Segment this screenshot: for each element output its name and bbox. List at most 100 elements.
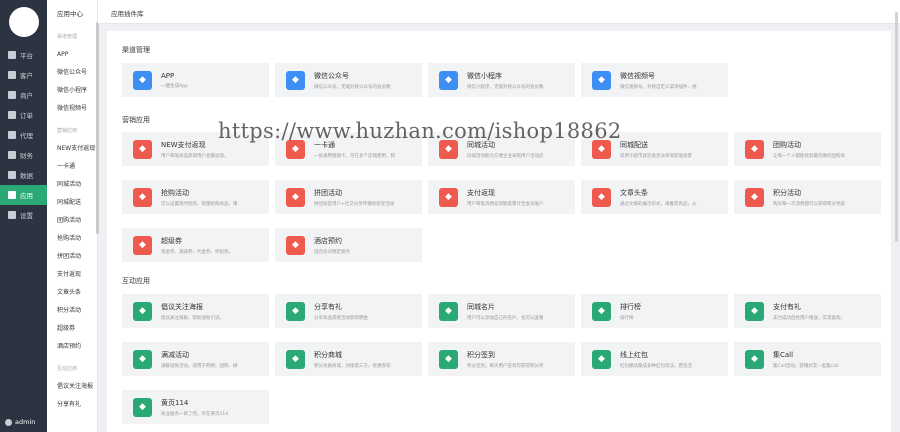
app-card-title: 超级券 xyxy=(161,236,182,245)
sub-nav-item[interactable]: 微信公众号 xyxy=(47,64,97,82)
app-card[interactable]: ◆ 积分活动 购买每一次消费都可以获得积分奖励 xyxy=(734,180,881,214)
app-card-title: 积分签到 xyxy=(467,350,495,359)
app-card-text: 微信视频号 微信视频号，对接自定义菜单插件、视 xyxy=(620,71,697,90)
points-icon: ◆ xyxy=(745,187,764,207)
coupon-icon: ◆ xyxy=(133,235,152,255)
app-card-text: 支付有礼 支付成功后给用户赠送，实现复购。 xyxy=(773,302,845,321)
sidebar-item-label: 财务 xyxy=(20,152,33,160)
app-card-desc: 积分兑换商城，对接第三方、优惠券等 xyxy=(314,363,391,369)
app-card[interactable]: ◆ 文章头条 通过文章的展示形式，来推荐商品，从 xyxy=(581,180,728,214)
app-card[interactable]: ◆ APP 一键生成App xyxy=(122,63,269,97)
sub-nav-item[interactable]: 分享有礼 xyxy=(47,396,97,414)
app-card-text: 抢购活动 可以设置限时抢购、限量抢购商品、限 xyxy=(161,188,238,207)
sub-nav-item[interactable]: NEW支付返现 xyxy=(47,140,97,158)
app-card[interactable]: ◆ 集Call 集Call活动，获赠好友一起集call xyxy=(734,342,881,376)
app-card[interactable]: ◆ 超级券 现金券、满减券、代金券、折扣券。 xyxy=(122,228,269,262)
app-card[interactable]: ◆ 支付有礼 支付成功后给用户赠送，实现复购。 xyxy=(734,294,881,328)
sub-nav-group-label: 营销应用 xyxy=(57,128,78,134)
sidebar-item[interactable]: 商户 xyxy=(0,85,47,105)
app-icon: ◆ xyxy=(133,70,152,90)
app-card-title: 微信小程序 xyxy=(467,71,502,80)
app-card[interactable]: ◆ 微信小程序 微信小程序，无缝对接公众号的会员数 xyxy=(428,63,575,97)
app-card-text: 文章头条 通过文章的展示形式，来推荐商品，从 xyxy=(620,188,697,207)
app-card[interactable]: ◆ 分享有礼 分享商品或者活动获得佣金 xyxy=(275,294,422,328)
sub-nav-list: 渠道管理 APP 微信公众号 微信小程序 微信视频号营销应用 NEW支付返现 一卡通 同城活动… xyxy=(47,24,97,414)
sub-nav-item[interactable]: APP xyxy=(47,46,97,64)
article-icon: ◆ xyxy=(592,187,611,207)
app-card[interactable]: ◆ 微信视频号 微信视频号，对接自定义菜单插件、视 xyxy=(581,63,728,97)
app-card[interactable]: ◆ 同城名片 用户可以添加自己的名片，也可以查看 xyxy=(428,294,575,328)
app-card-text: 微信小程序 微信小程序，无缝对接公众号的会员数 xyxy=(467,71,544,90)
sub-nav-item[interactable]: 酒店预约 xyxy=(47,338,97,356)
user-icon xyxy=(8,71,16,79)
app-card[interactable]: ◆ 排行榜 排行榜 xyxy=(581,294,728,328)
sub-nav-item[interactable]: 同城活动 xyxy=(47,176,97,194)
order-icon xyxy=(8,111,16,119)
data-icon xyxy=(8,171,16,179)
trophy-icon: ◆ xyxy=(592,301,611,321)
app-card-desc: 用户可以添加自己的名片，也可以查看 xyxy=(467,315,544,321)
sub-nav-item[interactable]: 拼团活动 xyxy=(47,248,97,266)
page-scrollbar[interactable] xyxy=(895,12,898,242)
app-card-title: 排行榜 xyxy=(620,302,641,311)
sub-nav-item[interactable]: 同城配送 xyxy=(47,194,97,212)
app-card[interactable]: ◆ 积分签到 积分签到，每天用户签到可获得积分奖 xyxy=(428,342,575,376)
sidebar-item[interactable]: 订单 xyxy=(0,105,47,125)
sub-nav-item[interactable]: 倡议关注海报 xyxy=(47,378,97,396)
app-card-desc: 购买每一次消费都可以获得积分奖励 xyxy=(773,201,845,207)
app-card[interactable]: ◆ 抢购活动 可以设置限时抢购、限量抢购商品、限 xyxy=(122,180,269,214)
sub-nav-item[interactable]: 团购活动 xyxy=(47,212,97,230)
app-card-desc: 适用于超市就近发货派单等配送场景 xyxy=(620,153,692,159)
app-card[interactable]: ◆ 线上红包 红包模块集成多种红包玩法，营造活 xyxy=(581,342,728,376)
app-card-title: 积分商城 xyxy=(314,350,342,359)
sidebar-item-label: 订单 xyxy=(20,112,33,120)
app-card[interactable]: ◆ 支付返现 用户每笔消费返现额度累计至会员账户 xyxy=(428,180,575,214)
sidebar-item[interactable]: 应用 xyxy=(0,185,47,205)
app-card-text: 分享有礼 分享商品或者活动获得佣金 xyxy=(314,302,368,321)
app-card[interactable]: ◆ 满减活动 满额减免活动，适用于购物、团购、拼 xyxy=(122,342,269,376)
sub-nav-item[interactable]: 超级券 xyxy=(47,320,97,338)
app-card-text: 同城配送 适用于超市就近发货派单等配送场景 xyxy=(620,140,692,159)
sub-nav-item[interactable]: 微信小程序 xyxy=(47,82,97,100)
user-info[interactable]: admin xyxy=(5,418,35,426)
app-card-text: 积分商城积分兑换商城，对接第三方、优惠券等 xyxy=(314,350,391,369)
app-card-text: 同城名片 用户可以添加自己的名片，也可以查看 xyxy=(467,302,544,321)
sidebar-item[interactable]: 平台 xyxy=(0,45,47,65)
app-card-desc: 通过文章的展示形式，来推荐商品，从 xyxy=(620,201,697,207)
sidebar-item[interactable]: 设置 xyxy=(0,205,47,225)
sub-nav-item[interactable]: 微信视频号 xyxy=(47,100,97,118)
app-card[interactable]: ◆ 团购活动 让每一个人都能找到最优惠的团购商 xyxy=(734,132,881,166)
app-card-desc: 一张通用储值卡，可在多个店铺使用，和 xyxy=(314,153,395,159)
app-card-title: 支付返现 xyxy=(467,188,495,197)
sub-nav-group-label: 互动应用 xyxy=(57,366,78,372)
app-card[interactable]: ◆ 微信公众号 微信公众号，无缝对接公众号的会员数 xyxy=(275,63,422,97)
app-card[interactable]: ◆ 酒店预约 酒店房间预定服务 xyxy=(275,228,422,262)
sidebar-item[interactable]: 数据 xyxy=(0,165,47,185)
sidebar-item[interactable]: 代理 xyxy=(0,125,47,145)
app-card-desc: 商业服务一目了然，尽在黄页114 xyxy=(161,411,229,417)
app-card-title: 微信视频号 xyxy=(620,71,655,80)
sidebar-item[interactable]: 财务 xyxy=(0,145,47,165)
app-card-desc: 用户每笔商品获取用户会额返现。 xyxy=(161,153,229,159)
app-card-text: 微信公众号 微信公众号，无缝对接公众号的会员数 xyxy=(314,71,391,90)
sub-nav-item[interactable]: 抢购活动 xyxy=(47,230,97,248)
app-card[interactable]: ◆ 积分商城 积分兑换商城，对接第三方、优惠券等 xyxy=(275,342,422,376)
app-card[interactable]: ◆ 黄页114 商业服务一目了然，尽在黄页114 xyxy=(122,390,269,424)
main-sidebar: 平台 客户商户订单代理财务数据 应用 设置 admin xyxy=(0,0,47,432)
sub-nav-item[interactable]: 一卡通 xyxy=(47,158,97,176)
sub-nav-group-label: 渠道管理 xyxy=(57,34,78,40)
app-card-title: 拼团活动 xyxy=(314,188,342,197)
sub-nav-item[interactable]: 文章头条 xyxy=(47,284,97,302)
sidebar-item-label: 商户 xyxy=(20,92,33,100)
app-card-desc: 积分签到，每天用户签到可获得积分奖 xyxy=(467,363,544,369)
app-card-desc: 用户每笔消费返现额度累计至会员账户 xyxy=(467,201,544,207)
app-card[interactable]: ◆ 倡议关注海报 倡议关注海报，帮助涨粉引流。 xyxy=(122,294,269,328)
sub-nav-item[interactable]: 积分活动 xyxy=(47,302,97,320)
app-card-title: 微信公众号 xyxy=(314,71,349,80)
sub-nav-item[interactable]: 支付返现 xyxy=(47,266,97,284)
sub-nav-scrollbar[interactable] xyxy=(96,22,99,234)
app-card-text: 积分签到积分签到，每天用户签到可获得积分奖 xyxy=(467,350,544,369)
app-card[interactable]: ◆ 拼团活动 拼团就是用户+社交分享传播的裂变活动 xyxy=(275,180,422,214)
sidebar-item[interactable]: 客户 xyxy=(0,65,47,85)
yellowpage-icon: ◆ xyxy=(133,397,152,417)
